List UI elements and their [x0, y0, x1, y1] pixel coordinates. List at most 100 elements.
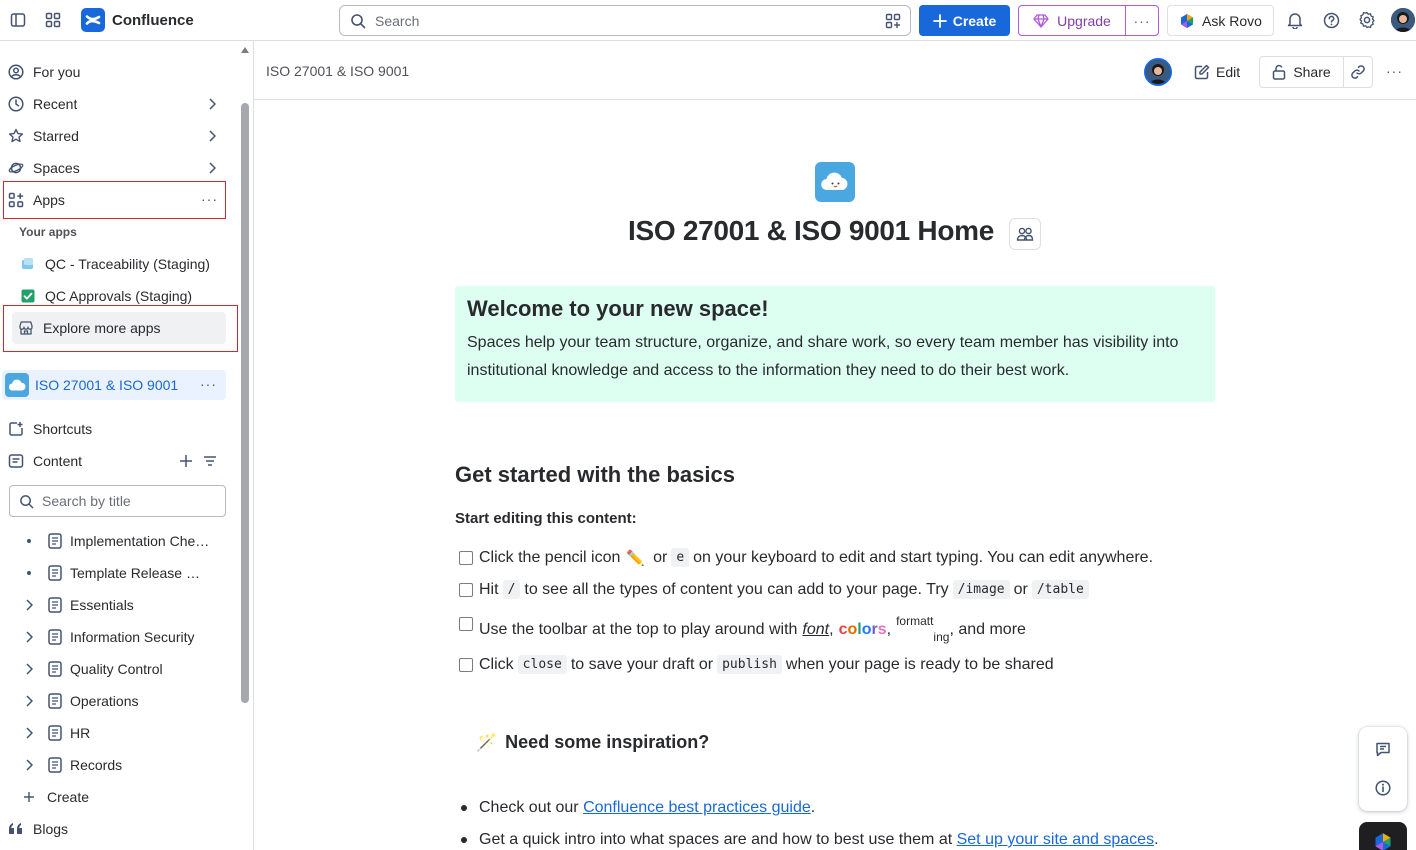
- collaborator-avatar[interactable]: [1144, 58, 1172, 86]
- chevron-right-icon[interactable]: [20, 727, 38, 739]
- comma: ,: [886, 621, 892, 638]
- tree-item-operations[interactable]: Operations: [20, 687, 226, 715]
- page-owners-icon[interactable]: [1009, 218, 1041, 250]
- global-search-input[interactable]: Search: [339, 5, 911, 36]
- comma: ,: [829, 621, 834, 638]
- sidebar-item-content[interactable]: Content: [6, 447, 226, 475]
- copy-link-icon[interactable]: [1344, 57, 1372, 87]
- app-item-qc-traceability[interactable]: QC - Traceability (Staging): [14, 250, 226, 278]
- search-icon: [20, 494, 34, 508]
- task-text: Hit: [479, 580, 499, 598]
- user-circle-icon: [6, 64, 28, 80]
- tree-create-label: Create: [47, 789, 90, 805]
- explore-more-apps-button[interactable]: Explore more apps: [12, 312, 226, 344]
- sidebar-item-spaces[interactable]: Spaces: [6, 154, 226, 182]
- edit-button[interactable]: Edit: [1186, 57, 1248, 87]
- quote-icon: [6, 822, 28, 836]
- start-editing-heading: Start editing this content:: [455, 510, 637, 527]
- sidebar-current-space[interactable]: ISO 27001 & ISO 9001 ···: [2, 370, 226, 400]
- settings-gear-icon[interactable]: [1357, 10, 1377, 30]
- chevron-right-icon: [208, 130, 216, 142]
- notifications-bell-icon[interactable]: [1285, 10, 1305, 30]
- inline-code: close: [517, 655, 567, 674]
- task-item-3: Use the toolbar at the top to play aroun…: [459, 614, 1026, 644]
- tree-item-label: Implementation Checklist: [70, 533, 210, 549]
- add-content-plus-icon[interactable]: [179, 454, 193, 468]
- search-icon: [351, 13, 366, 28]
- chevron-right-icon[interactable]: [20, 663, 38, 675]
- tree-item-implementation[interactable]: Implementation Checklist: [20, 527, 226, 555]
- share-button[interactable]: Share: [1260, 57, 1344, 87]
- unlock-icon: [1273, 64, 1286, 80]
- help-icon[interactable]: [1321, 10, 1341, 30]
- panel-heading: Welcome to your new space!: [467, 296, 769, 321]
- panel-body: Spaces help your team structure, organiz…: [467, 334, 1179, 379]
- sidebar-item-recent[interactable]: Recent: [6, 90, 226, 118]
- task-checkbox[interactable]: [459, 582, 473, 597]
- sidebar-item-shortcuts[interactable]: Shortcuts: [6, 415, 226, 443]
- task-checkbox[interactable]: [459, 657, 473, 672]
- best-practices-link[interactable]: Confluence best practices guide: [583, 799, 811, 817]
- upgrade-more-button[interactable]: ···: [1126, 13, 1158, 29]
- sidebar-item-blogs[interactable]: Blogs: [6, 815, 226, 843]
- tree-search-placeholder: Search by title: [42, 493, 131, 509]
- sidebar-item-for-you[interactable]: For you: [6, 58, 226, 86]
- rovo-icon: [1181, 13, 1194, 28]
- setup-site-spaces-link[interactable]: Set up your site and spaces: [957, 831, 1154, 849]
- create-button[interactable]: Create: [919, 5, 1010, 36]
- app-switcher-icon[interactable]: [43, 10, 63, 30]
- task-checkbox[interactable]: [459, 550, 473, 565]
- plus-icon: [20, 791, 38, 803]
- superscript-sample: formatt: [896, 614, 934, 628]
- tree-item-hr[interactable]: HR: [20, 719, 226, 747]
- your-apps-heading: Your apps: [19, 225, 77, 239]
- confluence-logo[interactable]: Confluence: [81, 8, 194, 32]
- page-icon: [48, 629, 62, 645]
- bullet-icon: [461, 837, 467, 843]
- apps-more-button[interactable]: ···: [201, 191, 218, 207]
- rovo-chat-button[interactable]: [1359, 822, 1407, 850]
- upgrade-button[interactable]: Upgrade: [1019, 6, 1126, 35]
- list-item-text: Get a quick intro into what spaces are a…: [479, 831, 957, 848]
- plus-icon: [932, 13, 947, 28]
- ask-rovo-button[interactable]: Ask Rovo: [1167, 5, 1274, 36]
- chevron-right-icon[interactable]: [20, 759, 38, 771]
- tree-item-records[interactable]: Records: [20, 751, 226, 779]
- filter-icon[interactable]: [204, 455, 216, 467]
- space-more-button[interactable]: ···: [200, 376, 217, 392]
- sidebar-item-starred[interactable]: Starred: [6, 122, 226, 150]
- sidebar-toggle-icon[interactable]: [8, 10, 28, 30]
- tree-item-quality-control[interactable]: Quality Control: [20, 655, 226, 683]
- page-more-actions-button[interactable]: ···: [1386, 63, 1403, 79]
- sidebar: For you Recent Starred Spaces Apps ··· Y…: [0, 41, 254, 850]
- task-item-2: Hit / to see all the types of content yo…: [459, 580, 1093, 599]
- app-item-label: Explore more apps: [43, 320, 161, 336]
- chevron-right-icon[interactable]: [20, 599, 38, 611]
- page-title: ISO 27001 & ISO 9001 Home: [628, 215, 995, 246]
- info-icon[interactable]: [1373, 778, 1393, 798]
- tree-item-essentials[interactable]: Essentials: [20, 591, 226, 619]
- chevron-right-icon[interactable]: [20, 631, 38, 643]
- tree-item-template-release[interactable]: Template Release Notes: [20, 559, 226, 587]
- sidebar-scroll-up-arrow[interactable]: [241, 47, 249, 53]
- search-filter-icon[interactable]: [885, 13, 901, 29]
- upgrade-button-label: Upgrade: [1057, 12, 1111, 29]
- sidebar-scrollbar[interactable]: [241, 103, 249, 703]
- task-checkbox[interactable]: [459, 617, 473, 631]
- sidebar-item-label: Blogs: [33, 821, 69, 837]
- tree-item-information-security[interactable]: Information Security: [20, 623, 226, 651]
- task-text: to save your draft or: [570, 655, 714, 673]
- sidebar-item-apps[interactable]: Apps ···: [6, 186, 226, 214]
- search-by-title-input[interactable]: Search by title: [9, 485, 226, 517]
- sidebar-item-label: For you: [33, 64, 81, 80]
- breadcrumb[interactable]: ISO 27001 & ISO 9001: [266, 63, 409, 79]
- apps-grid-icon: [6, 192, 28, 208]
- tree-create-button[interactable]: Create: [20, 783, 226, 811]
- chevron-right-icon[interactable]: [20, 695, 38, 707]
- comment-icon[interactable]: [1373, 739, 1393, 759]
- inline-code: /table: [1031, 580, 1089, 599]
- sidebar-item-label: Apps: [33, 192, 65, 208]
- profile-avatar[interactable]: [1391, 8, 1415, 32]
- list-item-text: .: [810, 799, 816, 816]
- app-item-label: QC Approvals (Staging): [45, 288, 193, 304]
